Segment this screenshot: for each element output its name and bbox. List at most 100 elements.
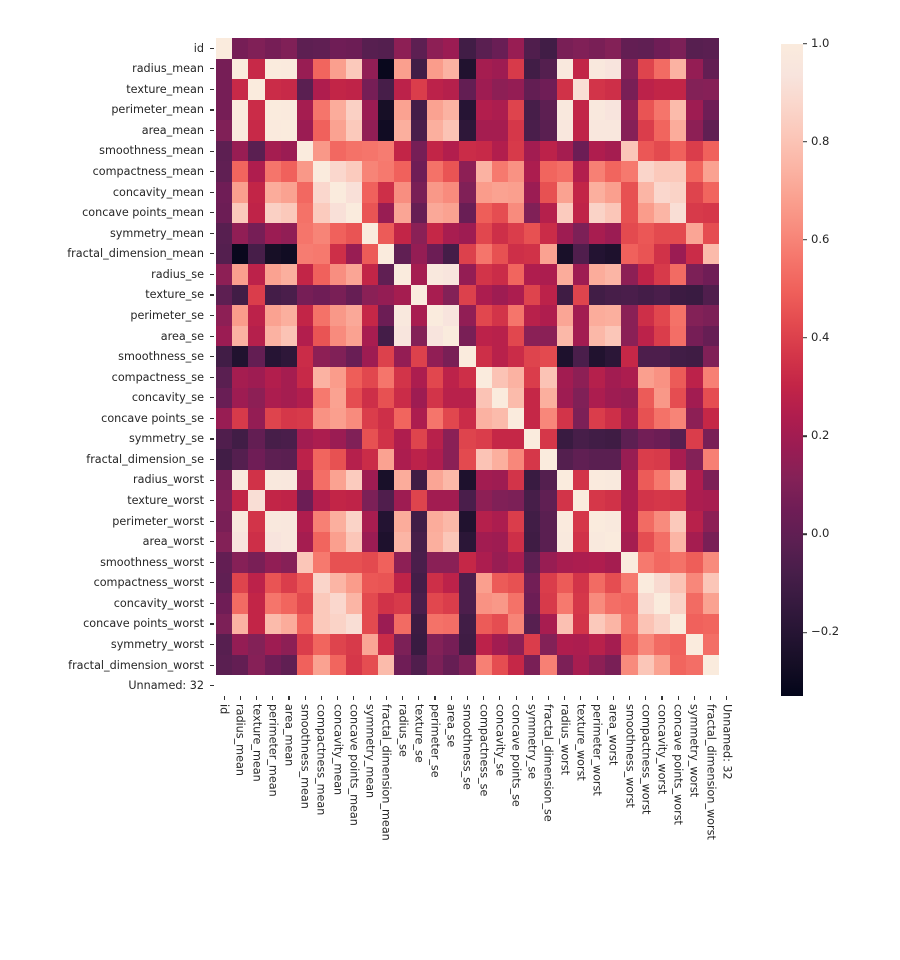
heatmap-cell [572, 634, 590, 655]
heatmap-cell [459, 613, 476, 635]
heatmap-cell [621, 572, 638, 594]
heatmap-cell [702, 510, 719, 532]
heatmap-cell [329, 469, 346, 491]
heatmap-cell [410, 140, 427, 162]
heatmap-cell [589, 181, 606, 203]
heatmap-cell [621, 243, 638, 265]
heatmap-cell [605, 161, 622, 182]
heatmap-cell [524, 367, 541, 388]
heatmap-cell [637, 387, 654, 409]
heatmap-cell [475, 449, 492, 470]
heatmap-cell [313, 572, 330, 594]
x-axis-tick-label-slot: symmetry_worst [686, 702, 702, 952]
heatmap-cell [670, 58, 687, 80]
heatmap-cell [378, 202, 395, 224]
heatmap-cell [524, 552, 541, 573]
x-axis-tick-label-slot: radius_se [394, 702, 410, 952]
x-axis-tick-label-slot: smoothness_mean [297, 702, 313, 952]
heatmap-cell [361, 325, 379, 347]
heatmap-cell [248, 305, 265, 326]
heatmap-cell [702, 449, 719, 470]
heatmap-area [216, 38, 735, 696]
heatmap-cell [572, 510, 590, 532]
y-axis-tick-mark [210, 479, 214, 481]
heatmap-cell [378, 325, 395, 347]
heatmap-cell [216, 120, 233, 141]
heatmap-cell [248, 408, 265, 429]
heatmap-cell [524, 181, 541, 203]
heatmap-cell [378, 449, 395, 470]
heatmap-cell [313, 675, 330, 696]
heatmap-cell [686, 161, 703, 182]
heatmap-cell [524, 572, 541, 594]
heatmap-cell [264, 387, 281, 409]
heatmap-cell [653, 408, 671, 429]
heatmap-cell [621, 161, 638, 182]
heatmap-cell [443, 408, 460, 429]
heatmap-cell [264, 654, 281, 676]
y-axis-tick-label: compactness_worst [93, 576, 204, 590]
heatmap-cell [686, 243, 703, 265]
x-axis-tick-mark [515, 696, 517, 700]
heatmap-cell [426, 387, 444, 409]
heatmap-cell [313, 264, 330, 285]
y-axis-tick-mark [210, 500, 214, 502]
heatmap-cell [589, 79, 606, 100]
heatmap-cell [653, 634, 671, 655]
heatmap-cell [297, 305, 314, 326]
heatmap-cell [718, 161, 735, 182]
heatmap-cell [345, 38, 362, 59]
heatmap-cell [264, 38, 281, 59]
heatmap-cell [686, 140, 703, 162]
heatmap-cell [345, 243, 362, 265]
heatmap-cell [621, 79, 638, 100]
heatmap-cell [378, 284, 395, 306]
heatmap-cell [507, 264, 525, 285]
heatmap-cell [524, 593, 541, 614]
heatmap-cell [621, 38, 638, 59]
heatmap-cell [540, 284, 557, 306]
heatmap-cell [556, 38, 573, 59]
heatmap-cell [264, 490, 281, 511]
heatmap-cell [475, 552, 492, 573]
heatmap-cell [394, 572, 411, 594]
heatmap-cell [572, 367, 590, 388]
heatmap-cell [426, 325, 444, 347]
heatmap-cell [491, 552, 508, 573]
heatmap-cell [443, 202, 460, 224]
x-axis-tick-label: texture_se [412, 704, 426, 763]
heatmap-cell [572, 572, 590, 594]
heatmap-cell [540, 305, 557, 326]
heatmap-cell [345, 387, 362, 409]
heatmap-cell [297, 161, 314, 182]
heatmap-cell [248, 572, 265, 594]
y-axis-tick-mark [210, 129, 214, 132]
heatmap-cell [345, 428, 362, 450]
heatmap-cell [297, 38, 314, 59]
heatmap-cell [540, 428, 557, 450]
heatmap-cell [621, 284, 638, 306]
heatmap-cell [264, 510, 281, 532]
heatmap-cell [297, 552, 314, 573]
heatmap-cell [653, 531, 671, 553]
heatmap-cell [556, 510, 573, 532]
colorbar-tick-labels: 1.0 0.8 0.6 0.4 0.2 0.0 −0.2 [803, 38, 883, 696]
heatmap-cell [653, 675, 671, 696]
heatmap-cell [426, 161, 444, 182]
heatmap-cell [280, 202, 298, 224]
heatmap-cell [248, 181, 265, 203]
heatmap-cell [216, 161, 233, 182]
heatmap-cell [313, 367, 330, 388]
heatmap-cell [637, 613, 654, 635]
heatmap-cell [524, 469, 541, 491]
heatmap-cell [686, 181, 703, 203]
heatmap-cell [491, 223, 508, 244]
heatmap-cell [556, 675, 573, 696]
heatmap-cell [313, 99, 330, 121]
heatmap-cell [507, 634, 525, 655]
heatmap-cell [216, 572, 233, 594]
heatmap-cell [718, 243, 735, 265]
heatmap-cell [410, 243, 427, 265]
heatmap-cell [605, 572, 622, 594]
heatmap-cell [426, 305, 444, 326]
